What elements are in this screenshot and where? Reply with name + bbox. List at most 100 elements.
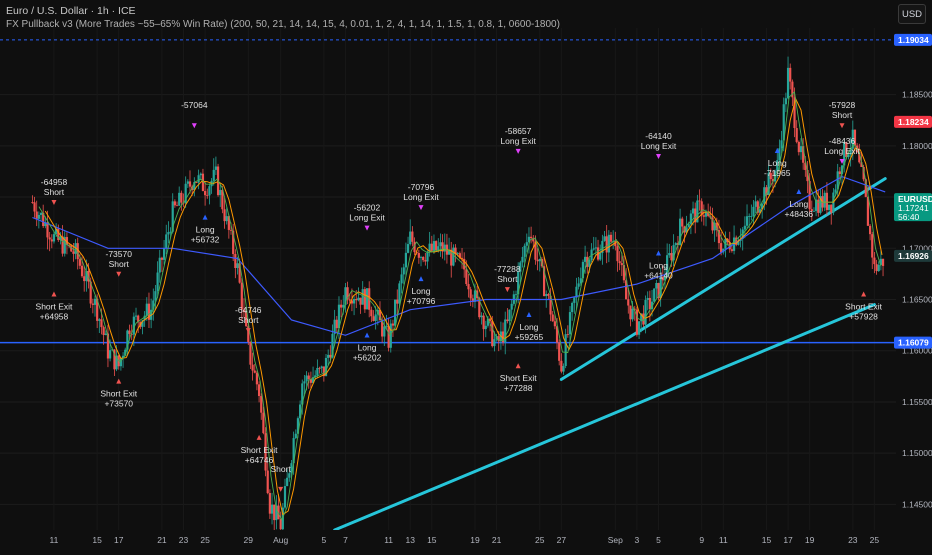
candle-body [877, 264, 880, 272]
candle-body [571, 302, 574, 313]
candle-body [212, 169, 215, 181]
candle-body [208, 186, 211, 196]
candle-body [206, 195, 209, 196]
moving-averages [32, 91, 886, 521]
candle-body [482, 315, 485, 330]
time-tick-label: 19 [805, 535, 815, 545]
candle-body [670, 253, 673, 261]
signal-sublabel: +64746 [245, 455, 274, 465]
signal-label: -77288 [494, 264, 521, 274]
candle-body [266, 470, 269, 494]
candle-body [493, 339, 496, 347]
candle-body [419, 256, 423, 258]
signal-label: -57928 [829, 100, 856, 110]
candle-body [80, 265, 84, 277]
candle-body [881, 258, 885, 266]
candle-body [109, 350, 112, 359]
candle-body [305, 375, 308, 382]
signal-sublabel: Short [44, 187, 65, 197]
time-tick-label: 17 [114, 535, 124, 545]
time-tick-label: 25 [200, 535, 210, 545]
signal-label: Short Exit [36, 301, 73, 311]
signal-label: Short Exit [241, 445, 278, 455]
time-tick-label: 23 [848, 535, 858, 545]
candle-body [508, 309, 511, 322]
candle-body [98, 319, 101, 321]
candle-body [730, 249, 734, 251]
ema-orange-line [44, 97, 883, 516]
candle-body [484, 325, 487, 330]
signal-arrow [861, 291, 867, 297]
candle-body [33, 202, 36, 212]
price-tick-label: 1.14500 [902, 499, 932, 509]
candle-body [355, 299, 358, 301]
candle-body [523, 245, 526, 257]
signal-sublabel: +70796 [407, 296, 436, 306]
candle-body [435, 241, 438, 251]
candle-body [154, 291, 157, 301]
candle-body [491, 321, 494, 347]
time-tick-label: 15 [92, 535, 102, 545]
candle-body [35, 211, 38, 219]
time-tick-label: 25 [535, 535, 545, 545]
time-tick-label: 29 [244, 535, 254, 545]
candle-body [538, 259, 541, 262]
candle-body [689, 213, 692, 225]
candle-body [359, 297, 362, 305]
candle-body [374, 314, 377, 321]
candle-body [389, 323, 392, 348]
candle-body [510, 303, 513, 310]
signal-sublabel: +59265 [515, 332, 544, 342]
candle-body [352, 299, 356, 304]
candle-body [411, 231, 414, 242]
price-axis-bg [896, 0, 932, 550]
signal-arrow [515, 148, 521, 154]
signal-arrow [364, 332, 370, 338]
price-tick-label: 1.16500 [902, 294, 932, 304]
signal-sublabel: Long Exit [824, 146, 860, 156]
signal-sublabel: Long Exit [641, 141, 677, 151]
candle-body [469, 289, 472, 299]
candle-body [691, 208, 695, 214]
signal-sublabel: Long Exit [349, 213, 385, 223]
candle-body [838, 171, 841, 175]
signal-arrow [202, 214, 208, 220]
time-tick-label: 11 [719, 535, 728, 545]
candle-body [558, 342, 561, 361]
candle-body [592, 248, 595, 250]
candle-body [620, 263, 623, 266]
candle-body [169, 231, 172, 233]
candle-body [648, 297, 651, 310]
signal-arrow [51, 291, 57, 297]
candle-body [817, 199, 820, 213]
currency-button[interactable]: USD [898, 4, 926, 24]
chart-title: Euro / U.S. Dollar · 1h · ICE [6, 5, 136, 17]
candle-body [361, 289, 364, 305]
candle-body [573, 297, 576, 303]
candle-body [236, 263, 239, 269]
price-chart[interactable]: -64958ShortShort Exit+64958-73570ShortSh… [0, 0, 932, 550]
time-axis: 11 15 17 21 23 25 29 Aug 5 7 11 13 15 19 21 25 27 Sep 3 5 9 1… [0, 530, 932, 550]
candle-body [653, 288, 656, 302]
candle-body [605, 236, 608, 253]
signal-sublabel: +57928 [849, 311, 878, 321]
candle-body [830, 204, 833, 213]
price-badge-label: 1.19034 [898, 35, 929, 45]
candle-body [473, 290, 477, 302]
candle-body [480, 315, 483, 318]
price-tick-label: 1.18500 [902, 90, 932, 100]
signal-sublabel: Short [832, 110, 853, 120]
signal-label: Short Exit [100, 389, 137, 399]
signal-label: Long [358, 342, 377, 352]
candle-body [253, 370, 256, 373]
signal-sublabel: Long Exit [403, 192, 439, 202]
signal-label: Long [768, 158, 787, 168]
time-tick-label: 15 [762, 535, 772, 545]
candle-body [506, 319, 509, 322]
signal-label: Short Exit [845, 301, 882, 311]
candle-body [560, 360, 563, 372]
signal-arrow [418, 205, 424, 211]
candle-body [234, 254, 237, 269]
candle-body [618, 261, 621, 264]
candle-body [465, 269, 468, 285]
